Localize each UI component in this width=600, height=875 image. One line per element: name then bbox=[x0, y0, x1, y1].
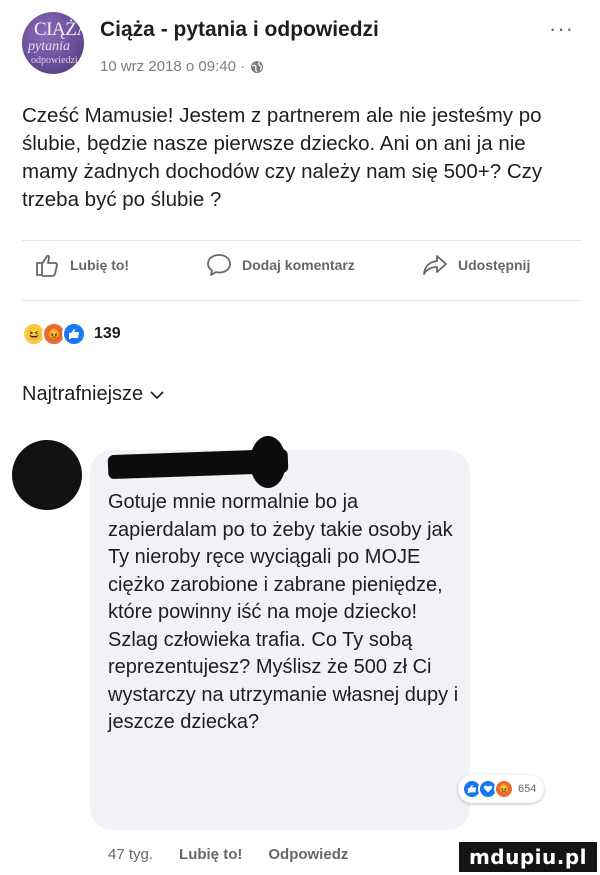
commenter-avatar[interactable] bbox=[12, 440, 82, 510]
comment-bubble-icon bbox=[207, 254, 231, 276]
like-icon bbox=[62, 322, 86, 346]
chevron-down-icon bbox=[150, 390, 164, 399]
like-button[interactable]: Lubię to! bbox=[34, 252, 129, 278]
more-options-icon[interactable]: ··· bbox=[549, 16, 574, 42]
watermark-logo: mdupiu.pl bbox=[459, 842, 597, 872]
like-button-label: Lubię to! bbox=[70, 257, 130, 273]
avatar-text-line: CIĄŻA bbox=[34, 19, 84, 40]
group-avatar[interactable]: CIĄŻA pytania odpowiedzi bbox=[22, 12, 84, 74]
thumbs-up-icon bbox=[36, 254, 58, 277]
angry-icon: 😡 bbox=[494, 779, 514, 799]
globe-icon bbox=[251, 60, 264, 73]
comment-button-label: Dodaj komentarz bbox=[242, 257, 355, 273]
redaction-mark bbox=[250, 436, 286, 488]
post-header: CIĄŻA pytania odpowiedzi Ciąża - pytania… bbox=[22, 12, 582, 82]
comment-sort-label: Najtrafniejsze bbox=[22, 383, 144, 405]
share-button[interactable]: Udostępnij bbox=[422, 252, 530, 278]
post-text: Cześć Mamusie! Jestem z partnerem ale ni… bbox=[22, 104, 543, 211]
post-meta: 10 wrz 2018 o 09:40 · bbox=[100, 58, 264, 75]
avatar-text-line: odpowiedzi bbox=[31, 55, 78, 66]
comment-reaction-count: 654 bbox=[518, 783, 537, 795]
post-action-bar: Lubię to! Dodaj komentarz Udostępnij bbox=[22, 252, 582, 288]
divider bbox=[22, 300, 582, 301]
reactions-summary[interactable]: 😆 😡 139 bbox=[22, 322, 121, 346]
comment-reply-link[interactable]: Odpowiedz bbox=[268, 846, 348, 863]
reaction-count: 139 bbox=[94, 325, 121, 342]
comment-like-link[interactable]: Lubię to! bbox=[179, 846, 242, 863]
group-name-link[interactable]: Ciąża - pytania i odpowiedzi bbox=[100, 18, 379, 42]
avatar-text-line: pytania bbox=[28, 39, 70, 54]
share-arrow-icon bbox=[423, 255, 447, 275]
comment-age[interactable]: 47 tyg. bbox=[108, 846, 153, 863]
post-timestamp[interactable]: 10 wrz 2018 o 09:40 · bbox=[100, 58, 245, 75]
comment-button[interactable]: Dodaj komentarz bbox=[206, 252, 355, 278]
share-button-label: Udostępnij bbox=[458, 257, 531, 273]
comment-text: Gotuje mnie normalnie bo ja zapierdalam … bbox=[108, 491, 459, 733]
comment-footer: 47 tyg. Lubię to! Odpowiedz bbox=[108, 846, 348, 863]
comment-sort-dropdown[interactable]: Najtrafniejsze bbox=[22, 383, 165, 406]
divider bbox=[22, 240, 582, 241]
comment-reactions[interactable]: 😡 654 bbox=[458, 775, 545, 803]
